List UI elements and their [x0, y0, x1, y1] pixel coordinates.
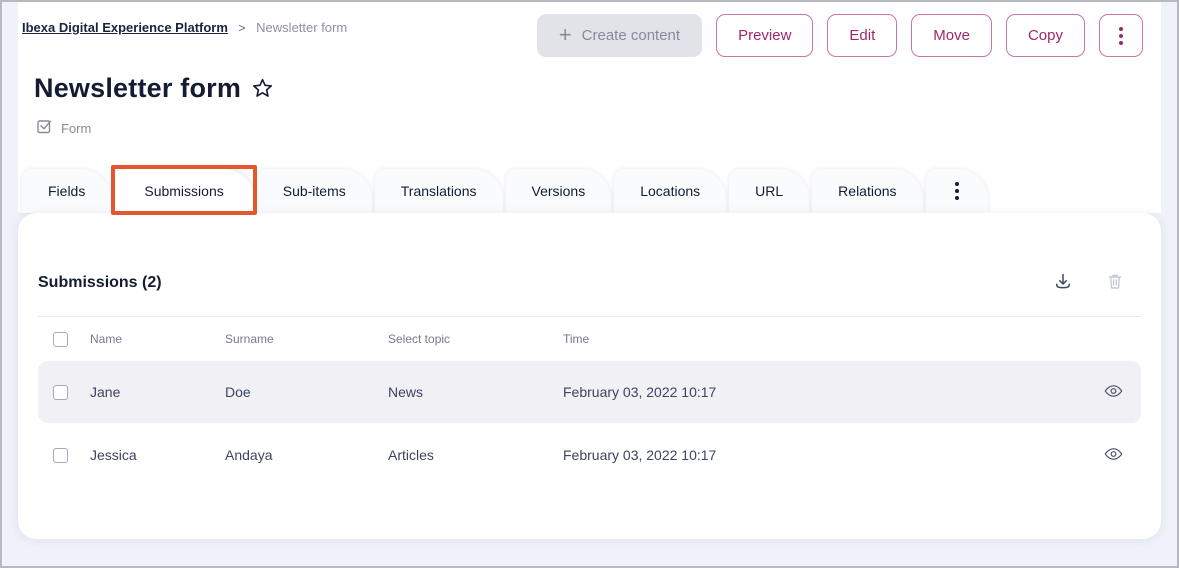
cell-surname: Doe	[225, 384, 388, 400]
cell-select-topic: Articles	[388, 447, 563, 463]
tab-label: Relations	[838, 183, 896, 199]
select-all-checkbox[interactable]	[53, 332, 68, 347]
action-buttons: + Create content Preview Edit Move Copy	[537, 14, 1157, 57]
submissions-panel: Submissions (2)	[18, 213, 1161, 539]
more-options-button[interactable]	[1099, 14, 1143, 57]
download-submissions-button[interactable]	[1053, 271, 1073, 294]
tab-label: URL	[755, 183, 783, 199]
tab-locations[interactable]: Locations	[614, 169, 726, 213]
tab-relations[interactable]: Relations	[812, 169, 922, 213]
kebab-menu-icon	[1119, 27, 1123, 45]
table-row: Jane Doe News February 03, 2022 10:17	[38, 361, 1141, 423]
content-type-row: Form	[36, 117, 1157, 139]
tab-label: Translations	[401, 183, 477, 199]
form-content-type-icon	[36, 117, 53, 139]
move-button[interactable]: Move	[911, 14, 992, 57]
tab-translations[interactable]: Translations	[375, 169, 503, 213]
title-row: Newsletter form	[34, 73, 1157, 104]
column-header-surname: Surname	[225, 332, 388, 346]
breadcrumb: Ibexa Digital Experience Platform > News…	[22, 14, 347, 35]
table-header-row: Name Surname Select topic Time	[38, 317, 1141, 361]
create-content-label: Create content	[582, 27, 680, 44]
panel-header: Submissions (2)	[38, 271, 1141, 294]
panel-toolbar	[1053, 271, 1141, 294]
cell-name: Jane	[90, 384, 225, 400]
cell-surname: Andaya	[225, 447, 388, 463]
view-submission-button[interactable]	[1104, 447, 1123, 464]
delete-submissions-button[interactable]	[1105, 271, 1125, 294]
plus-icon: +	[559, 24, 572, 46]
top-bar: Ibexa Digital Experience Platform > News…	[22, 14, 1157, 57]
tab-more[interactable]	[926, 169, 988, 213]
tab-label: Locations	[640, 183, 700, 199]
content-type-label: Form	[61, 121, 91, 136]
tab-versions[interactable]: Versions	[506, 169, 612, 213]
tab-label: Fields	[48, 183, 85, 199]
column-header-time: Time	[563, 332, 1085, 346]
preview-button[interactable]: Preview	[716, 14, 813, 57]
cell-time: February 03, 2022 10:17	[563, 447, 1085, 463]
star-bookmark-icon[interactable]	[251, 77, 274, 100]
tab-sub-items[interactable]: Sub-items	[257, 169, 372, 213]
copy-button[interactable]: Copy	[1006, 14, 1085, 57]
view-submission-button[interactable]	[1104, 384, 1123, 401]
row-checkbox[interactable]	[53, 385, 68, 400]
cell-name: Jessica	[90, 447, 225, 463]
page-header: Ibexa Digital Experience Platform > News…	[18, 2, 1161, 213]
tab-submissions[interactable]: Submissions	[114, 169, 253, 213]
table-row: Jessica Andaya Articles February 03, 202…	[38, 427, 1141, 483]
row-checkbox[interactable]	[53, 448, 68, 463]
kebab-menu-icon	[955, 182, 959, 200]
cell-time: February 03, 2022 10:17	[563, 384, 1085, 400]
ibexa-admin-screen: Ibexa Digital Experience Platform > News…	[0, 0, 1179, 568]
tab-label: Submissions	[144, 183, 223, 199]
breadcrumb-root-link[interactable]: Ibexa Digital Experience Platform	[22, 20, 228, 35]
tab-label: Versions	[532, 183, 586, 199]
tab-fields[interactable]: Fields	[22, 169, 111, 213]
edit-button[interactable]: Edit	[827, 14, 897, 57]
tab-label: Sub-items	[283, 183, 346, 199]
column-header-select-topic: Select topic	[388, 332, 563, 346]
cell-select-topic: News	[388, 384, 563, 400]
tab-bar: Fields Submissions Sub-items Translation…	[22, 168, 1157, 213]
tab-url[interactable]: URL	[729, 169, 809, 213]
column-header-name: Name	[90, 332, 225, 346]
breadcrumb-current: Newsletter form	[256, 20, 347, 35]
panel-title: Submissions (2)	[38, 274, 162, 292]
page-title: Newsletter form	[34, 73, 241, 104]
breadcrumb-separator: >	[239, 21, 246, 35]
create-content-button[interactable]: + Create content	[537, 14, 702, 57]
